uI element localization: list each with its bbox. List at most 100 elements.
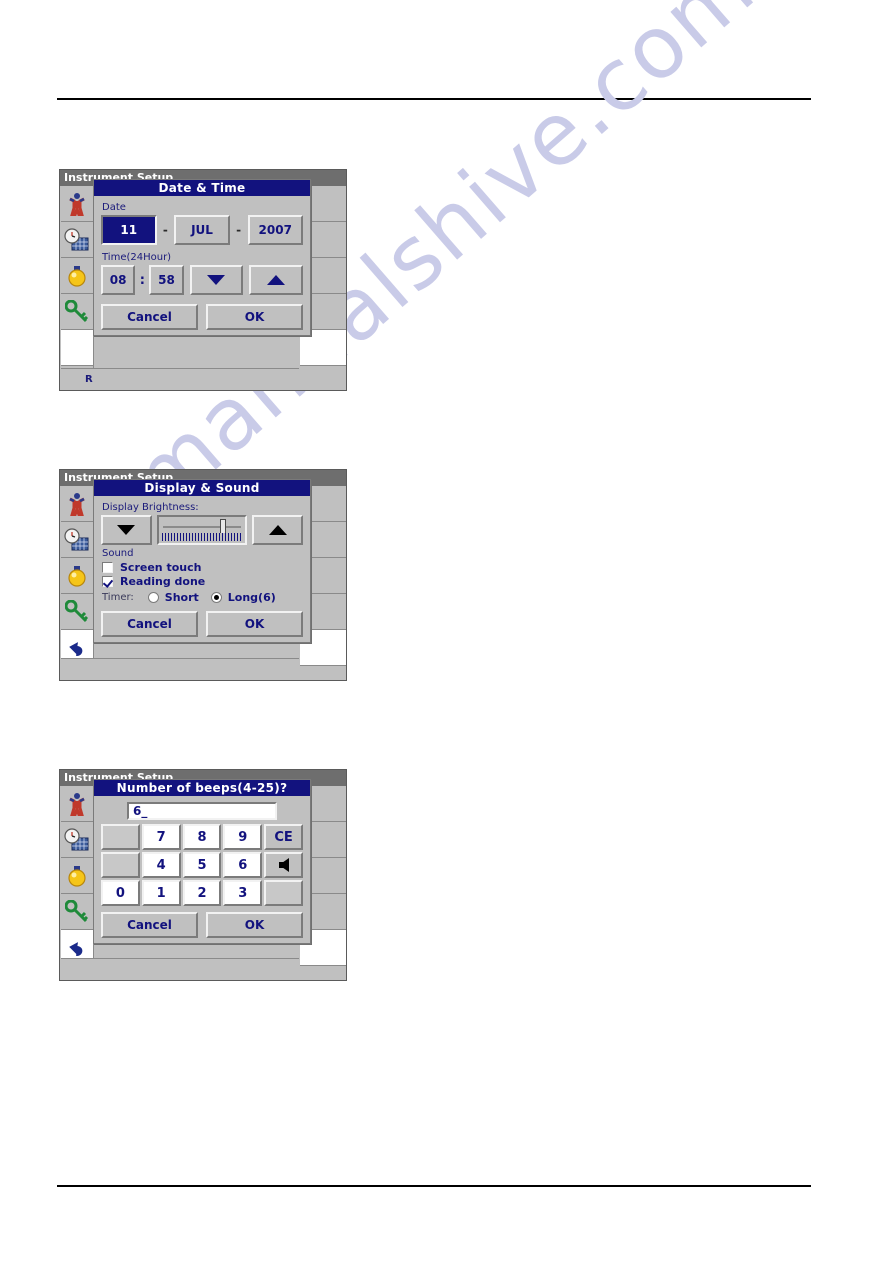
ok-button[interactable]: OK bbox=[206, 304, 303, 330]
checkbox-reading-done-box[interactable] bbox=[102, 576, 113, 587]
back-arrow-icon bbox=[69, 941, 83, 956]
keypad-key-4[interactable]: 4 bbox=[141, 852, 181, 878]
operator-icon bbox=[69, 492, 85, 516]
radio-timer-short[interactable] bbox=[147, 592, 159, 603]
timer-caption: Timer: bbox=[102, 592, 134, 603]
sidebar-item-date-time[interactable] bbox=[61, 222, 93, 258]
timer-option-row: Timer: Short Long(6) bbox=[102, 591, 303, 604]
time-field-row: 08 : 58 bbox=[101, 265, 304, 295]
date-time-dialog: Date & Time Date 11 - JUL - 2007 Time(24… bbox=[93, 179, 311, 336]
instrument-sidebar bbox=[61, 486, 94, 680]
sidebar-item-date-time[interactable] bbox=[61, 522, 93, 558]
sidebar-item-display-sound[interactable] bbox=[61, 858, 93, 894]
checkbox-screen-touch[interactable]: Screen touch bbox=[102, 561, 303, 574]
keypad-key-3[interactable]: 3 bbox=[223, 880, 263, 906]
ok-button[interactable]: OK bbox=[206, 912, 303, 938]
dialog-title: Number of beeps(4-25)? bbox=[94, 780, 310, 796]
chevron-down-icon bbox=[117, 525, 136, 535]
beeps-input[interactable]: 6_ bbox=[127, 802, 277, 820]
sidebar-item-password[interactable] bbox=[61, 594, 93, 630]
instrument-sidebar bbox=[61, 186, 94, 390]
slider-ticks bbox=[161, 533, 243, 541]
dialog-footer: Cancel OK bbox=[101, 912, 303, 938]
month-field[interactable]: JUL bbox=[174, 215, 230, 245]
sidebar-item-password[interactable] bbox=[61, 294, 93, 330]
date-separator: - bbox=[236, 223, 242, 237]
screenshot-display-sound: Instrument Setup Display & Sound Display… bbox=[59, 469, 347, 681]
keypad-key-backspace[interactable] bbox=[264, 852, 303, 878]
keypad-key-blank bbox=[101, 852, 140, 878]
radio-timer-long[interactable] bbox=[210, 592, 222, 603]
password-key-icon bbox=[65, 899, 89, 922]
cancel-button[interactable]: Cancel bbox=[101, 912, 198, 938]
keypad-key-9[interactable]: 9 bbox=[223, 824, 263, 850]
brightness-slider[interactable] bbox=[156, 515, 248, 545]
brightness-label: Display Brightness: bbox=[102, 502, 199, 513]
radio-timer-long-label: Long(6) bbox=[227, 591, 276, 604]
page-footer-rule bbox=[57, 1185, 811, 1187]
operator-icon bbox=[69, 192, 85, 216]
checkbox-screen-touch-label: Screen touch bbox=[120, 561, 202, 574]
sidebar-item-operator[interactable] bbox=[61, 186, 93, 222]
sidebar-item-operator[interactable] bbox=[61, 486, 93, 522]
time-increase-button[interactable] bbox=[249, 265, 304, 295]
dialog-title: Date & Time bbox=[94, 180, 310, 196]
keypad-key-clear-entry[interactable]: CE bbox=[264, 824, 303, 850]
password-key-icon bbox=[65, 299, 89, 322]
time-label: Time(24Hour) bbox=[102, 252, 172, 263]
hours-field[interactable]: 08 bbox=[101, 265, 136, 295]
chevron-down-icon bbox=[207, 275, 226, 285]
screenshot-date-time: Instrument Setup R Date & Time Date 11 -… bbox=[59, 169, 347, 391]
keypad-key-blank bbox=[101, 824, 140, 850]
password-key-icon bbox=[65, 599, 89, 622]
date-label: Date bbox=[102, 202, 126, 213]
date-time-icon bbox=[64, 827, 89, 850]
date-field-row: 11 - JUL - 2007 bbox=[101, 215, 303, 245]
sidebar-item-password[interactable] bbox=[61, 894, 93, 930]
keypad-key-2[interactable]: 2 bbox=[182, 880, 222, 906]
date-time-icon bbox=[64, 227, 89, 250]
date-time-icon bbox=[64, 527, 89, 550]
operator-icon bbox=[69, 792, 85, 816]
instrument-bottom-bar bbox=[61, 658, 299, 680]
instrument-bottom-bar bbox=[61, 958, 299, 980]
radio-timer-short-label: Short bbox=[164, 591, 199, 604]
keypad-key-1[interactable]: 1 bbox=[141, 880, 181, 906]
sidebar-item-operator[interactable] bbox=[61, 786, 93, 822]
minutes-field[interactable]: 58 bbox=[149, 265, 184, 295]
keypad-key-7[interactable]: 7 bbox=[141, 824, 181, 850]
date-separator: - bbox=[162, 223, 168, 237]
screenshot-number-of-beeps: Instrument Setup Number of beeps(4-25)? … bbox=[59, 769, 347, 981]
keypad-key-blank bbox=[264, 880, 303, 906]
time-separator: : bbox=[139, 272, 145, 288]
sidebar-item-date-time[interactable] bbox=[61, 822, 93, 858]
cancel-button[interactable]: Cancel bbox=[101, 304, 198, 330]
ok-button[interactable]: OK bbox=[206, 611, 303, 637]
cancel-button[interactable]: Cancel bbox=[101, 611, 198, 637]
display-sound-dialog: Display & Sound Display Brightness: Soun… bbox=[93, 479, 311, 643]
instrument-bottom-bar: R bbox=[61, 368, 299, 390]
dialog-footer: Cancel OK bbox=[101, 611, 303, 637]
sidebar-item-display-sound[interactable] bbox=[61, 258, 93, 294]
brightness-control-row bbox=[101, 515, 303, 545]
display-sound-icon bbox=[68, 865, 86, 887]
numeric-keypad: 7 8 9 CE 4 5 6 0 1 2 3 bbox=[101, 824, 303, 906]
brightness-decrease-button[interactable] bbox=[101, 515, 152, 545]
brightness-increase-button[interactable] bbox=[252, 515, 303, 545]
number-of-beeps-dialog: Number of beeps(4-25)? 6_ 7 8 9 CE 4 5 6… bbox=[93, 779, 311, 944]
day-field[interactable]: 11 bbox=[101, 215, 157, 245]
keypad-key-5[interactable]: 5 bbox=[182, 852, 222, 878]
slider-track bbox=[162, 526, 242, 528]
sidebar-item-display-sound[interactable] bbox=[61, 558, 93, 594]
chevron-up-icon bbox=[268, 525, 287, 535]
checkbox-reading-done-label: Reading done bbox=[120, 575, 206, 588]
keypad-key-0[interactable]: 0 bbox=[101, 880, 140, 906]
time-decrease-button[interactable] bbox=[189, 265, 244, 295]
backspace-arrow-icon bbox=[278, 858, 289, 872]
checkbox-screen-touch-box[interactable] bbox=[102, 562, 113, 573]
checkbox-reading-done[interactable]: Reading done bbox=[102, 575, 303, 588]
dialog-title: Display & Sound bbox=[94, 480, 310, 496]
year-field[interactable]: 2007 bbox=[247, 215, 303, 245]
keypad-key-6[interactable]: 6 bbox=[223, 852, 263, 878]
keypad-key-8[interactable]: 8 bbox=[182, 824, 222, 850]
